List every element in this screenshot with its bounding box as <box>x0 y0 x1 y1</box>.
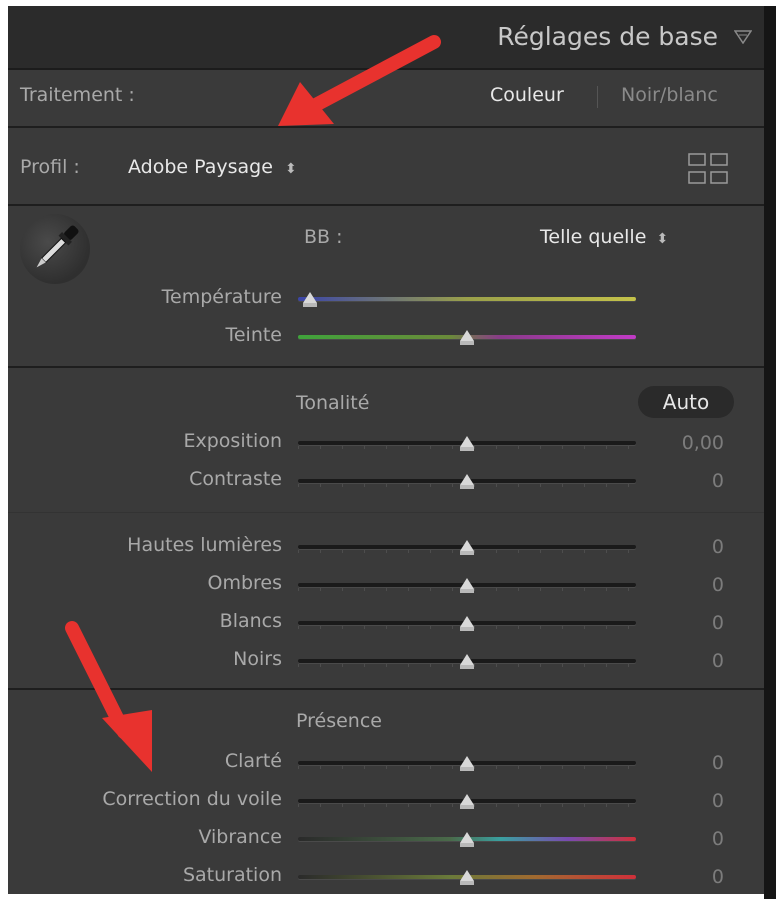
slider-thumb-icon <box>460 474 474 489</box>
vibrance-value[interactable]: 0 <box>644 828 724 850</box>
shadows-slider[interactable] <box>298 572 636 600</box>
contrast-label: Contraste <box>189 468 282 490</box>
dehaze-label: Correction du voile <box>102 788 282 810</box>
tone-section-title: Tonalité <box>296 392 370 414</box>
profile-browser-grid-icon[interactable] <box>688 152 730 186</box>
presence-section-title: Présence <box>296 710 382 732</box>
annotation-arrow-icon <box>278 35 441 126</box>
whites-slider[interactable] <box>298 610 636 638</box>
slider-thumb-icon <box>460 540 474 555</box>
highlights-value[interactable]: 0 <box>644 536 724 558</box>
blacks-label: Noirs <box>233 648 282 670</box>
select-arrows-icon: ⬍ <box>284 161 297 177</box>
temperature-label: Température <box>161 286 282 308</box>
dehaze-slider[interactable] <box>298 788 636 816</box>
divider <box>8 366 764 368</box>
clarity-value[interactable]: 0 <box>644 752 724 774</box>
eyedropper-icon <box>36 225 79 268</box>
exposure-value[interactable]: 0,00 <box>644 432 724 454</box>
temperature-slider[interactable] <box>298 286 636 314</box>
slider-thumb-icon <box>460 578 474 593</box>
wb-label: BB : <box>304 226 343 248</box>
saturation-label: Saturation <box>182 864 282 886</box>
shadows-value[interactable]: 0 <box>644 574 724 596</box>
tint-label: Teinte <box>225 324 282 346</box>
blacks-value[interactable]: 0 <box>644 650 724 672</box>
slider-thumb-icon <box>460 330 474 345</box>
tint-slider[interactable] <box>298 324 636 352</box>
contrast-slider[interactable] <box>298 468 636 496</box>
divider <box>8 204 764 206</box>
slider-thumb-icon <box>303 292 317 307</box>
saturation-slider[interactable] <box>298 864 636 892</box>
temperature-track <box>298 297 636 301</box>
exposure-label: Exposition <box>183 430 282 452</box>
wb-value: Telle quelle <box>540 226 647 248</box>
slider-thumb-icon <box>460 436 474 451</box>
saturation-value[interactable]: 0 <box>644 866 724 888</box>
auto-tone-button[interactable]: Auto <box>638 386 734 418</box>
subsection-divider <box>8 512 764 513</box>
treatment-divider <box>597 86 598 108</box>
slider-thumb-icon <box>460 616 474 631</box>
clarity-slider[interactable] <box>298 750 636 778</box>
annotation-arrow-icon <box>65 621 152 772</box>
highlights-label: Hautes lumières <box>127 534 282 556</box>
shadows-label: Ombres <box>207 572 282 594</box>
treatment-color-option[interactable]: Couleur <box>490 84 564 106</box>
white-balance-eyedropper[interactable] <box>20 214 90 284</box>
wb-select[interactable]: Telle quelle ⬍ <box>540 226 668 248</box>
whites-label: Blancs <box>219 610 282 632</box>
blacks-slider[interactable] <box>298 648 636 676</box>
slider-thumb-icon <box>460 832 474 847</box>
clarity-label: Clarté <box>224 750 282 772</box>
vibrance-slider[interactable] <box>298 826 636 854</box>
select-arrows-icon: ⬍ <box>656 231 669 247</box>
profile-select[interactable]: Adobe Paysage ⬍ <box>128 156 297 178</box>
dehaze-value[interactable]: 0 <box>644 790 724 812</box>
slider-thumb-icon <box>460 870 474 885</box>
collapse-triangle-icon[interactable] <box>734 30 752 44</box>
whites-value[interactable]: 0 <box>644 612 724 634</box>
right-edge-scrollbar[interactable] <box>764 6 776 899</box>
contrast-value[interactable]: 0 <box>644 470 724 492</box>
vibrance-label: Vibrance <box>198 826 282 848</box>
slider-thumb-icon <box>460 654 474 669</box>
profile-value: Adobe Paysage <box>128 156 273 178</box>
highlights-slider[interactable] <box>298 534 636 562</box>
treatment-bw-option[interactable]: Noir/blanc <box>621 84 718 106</box>
slider-thumb-icon <box>460 756 474 771</box>
exposure-slider[interactable] <box>298 430 636 458</box>
treatment-label: Traitement : <box>20 84 135 106</box>
profile-label: Profil : <box>20 156 80 178</box>
panel-title: Réglages de base <box>497 22 718 51</box>
slider-thumb-icon <box>460 794 474 809</box>
